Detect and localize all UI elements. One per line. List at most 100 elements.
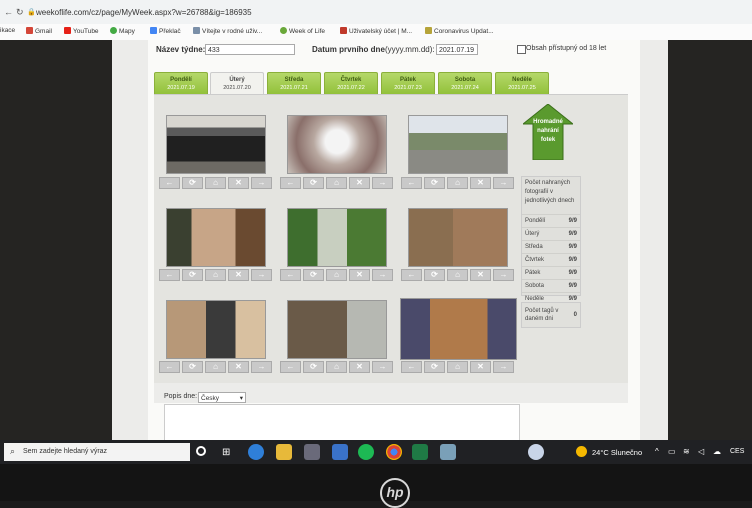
bookmark-translate[interactable]: Překlač (150, 27, 181, 35)
delete-icon[interactable]: ✕ (228, 361, 249, 373)
delete-icon[interactable]: ✕ (228, 177, 249, 189)
move-right-icon[interactable]: → (372, 269, 393, 281)
move-left-icon[interactable]: ← (280, 177, 301, 189)
store-icon[interactable] (304, 444, 320, 460)
tab-patek[interactable]: Pátek 2021.07.23 (381, 72, 435, 94)
week-name-input[interactable]: 433 (205, 44, 295, 55)
bookmark-mapy[interactable]: Mapy (110, 27, 135, 35)
photo-sign[interactable] (287, 300, 387, 359)
move-left-icon[interactable]: ← (401, 269, 422, 281)
tab-nedele[interactable]: Neděle 2021.07.25 (495, 72, 549, 94)
photo-man-cafe[interactable] (166, 300, 266, 359)
upload-icon[interactable]: ⌂ (205, 361, 226, 373)
spotify-icon[interactable] (358, 444, 374, 460)
upload-icon[interactable]: ⌂ (205, 177, 226, 189)
photo-forest-path[interactable] (287, 208, 387, 267)
description-textarea[interactable] (164, 404, 520, 442)
photo-clock-table[interactable] (287, 115, 387, 174)
adult-checkbox[interactable] (517, 45, 526, 54)
rotate-icon[interactable]: ⟳ (182, 269, 203, 281)
language-select[interactable]: Česky ▾ (198, 392, 246, 403)
chevron-up-icon[interactable]: ^ (655, 447, 659, 456)
file-explorer-icon[interactable] (276, 444, 292, 460)
tab-streda[interactable]: Středa 2021.07.21 (267, 72, 321, 94)
wifi-icon[interactable]: ≋ (683, 447, 690, 456)
tab-sobota[interactable]: Sobota 2021.07.24 (438, 72, 492, 94)
delete-icon[interactable]: ✕ (470, 269, 491, 281)
back-arrow-icon[interactable]: ← (4, 7, 13, 17)
rotate-icon[interactable]: ⟳ (303, 269, 324, 281)
reload-icon[interactable]: ↻ (16, 7, 24, 18)
delete-icon[interactable]: ✕ (349, 177, 370, 189)
network-icon[interactable] (528, 444, 544, 460)
move-right-icon[interactable]: → (372, 177, 393, 189)
move-right-icon[interactable]: → (251, 361, 272, 373)
bulk-upload-button[interactable]: Hromadné nahrání fotek (523, 104, 573, 160)
move-left-icon[interactable]: ← (401, 177, 422, 189)
photo-man-smiling[interactable] (400, 298, 517, 360)
bookmark-account[interactable]: Uživatelský účet | M... (340, 27, 412, 35)
upload-icon[interactable]: ⌂ (447, 269, 468, 281)
language-indicator[interactable]: CES (730, 448, 744, 455)
task-view-icon[interactable] (196, 446, 206, 456)
weather-text[interactable]: 24°C Slunečno (592, 448, 642, 457)
widgets-icon[interactable]: ⊞ (222, 447, 230, 458)
delete-icon[interactable]: ✕ (349, 361, 370, 373)
photo-keyboard[interactable] (166, 115, 266, 174)
upload-icon[interactable]: ⌂ (326, 177, 347, 189)
upload-icon[interactable]: ⌂ (447, 177, 468, 189)
rotate-icon[interactable]: ⟳ (182, 361, 203, 373)
bookmark-youtube[interactable]: YouTube (64, 27, 99, 35)
move-left-icon[interactable]: ← (159, 269, 180, 281)
upload-icon[interactable]: ⌂ (447, 361, 468, 373)
rotate-icon[interactable]: ⟳ (182, 177, 203, 189)
delete-icon[interactable]: ✕ (470, 177, 491, 189)
volume-icon[interactable]: ◁ (698, 447, 704, 456)
bookmark-weekoflife[interactable]: Week of Life (280, 27, 325, 35)
excel-icon[interactable] (412, 444, 428, 460)
move-right-icon[interactable]: → (251, 177, 272, 189)
bookmark-gmail[interactable]: Gmail (26, 27, 52, 35)
first-day-input[interactable]: 2021.07.19 (436, 44, 478, 55)
move-left-icon[interactable]: ← (401, 361, 422, 373)
edge-icon[interactable] (248, 444, 264, 460)
tab-ctvrtek[interactable]: Čtvrtek 2021.07.22 (324, 72, 378, 94)
taskbar-search[interactable]: ⌕ Sem zadejte hledaný výraz (4, 443, 190, 461)
battery-icon[interactable]: ▭ (668, 447, 676, 456)
rotate-icon[interactable]: ⟳ (424, 177, 445, 189)
count-day: Pátek (525, 270, 541, 276)
move-right-icon[interactable]: → (372, 361, 393, 373)
first-day-label: Datum prvního dne (312, 45, 385, 54)
upload-icon[interactable]: ⌂ (205, 269, 226, 281)
delete-icon[interactable]: ✕ (228, 269, 249, 281)
bookmark-item[interactable]: ikace (0, 27, 15, 34)
move-right-icon[interactable]: → (251, 269, 272, 281)
upload-icon[interactable]: ⌂ (326, 269, 347, 281)
mail-icon[interactable] (332, 444, 348, 460)
url-text[interactable]: weekoflife.com/cz/page/MyWeek.aspx?w=267… (36, 8, 252, 17)
rotate-icon[interactable]: ⟳ (424, 269, 445, 281)
tab-utery[interactable]: Úterý 2021.07.20 (210, 72, 264, 94)
delete-icon[interactable]: ✕ (349, 269, 370, 281)
bookmark-welcome[interactable]: Vítejte v rodné uživ... (193, 27, 262, 35)
delete-icon[interactable]: ✕ (470, 361, 491, 373)
photo-two-men[interactable] (408, 208, 508, 267)
move-left-icon[interactable]: ← (159, 177, 180, 189)
tab-pondeli[interactable]: Pondělí 2021.07.19 (154, 72, 208, 94)
chrome-icon[interactable] (386, 444, 402, 460)
cloud-icon[interactable]: ☁ (713, 447, 721, 456)
move-left-icon[interactable]: ← (159, 361, 180, 373)
rotate-icon[interactable]: ⟳ (303, 177, 324, 189)
move-right-icon[interactable]: → (493, 361, 514, 373)
photos-icon[interactable] (440, 444, 456, 460)
move-right-icon[interactable]: → (493, 269, 514, 281)
upload-icon[interactable]: ⌂ (326, 361, 347, 373)
move-left-icon[interactable]: ← (280, 269, 301, 281)
photo-man-portrait[interactable] (166, 208, 266, 267)
rotate-icon[interactable]: ⟳ (303, 361, 324, 373)
photo-street-horses[interactable] (408, 115, 508, 174)
rotate-icon[interactable]: ⟳ (424, 361, 445, 373)
bookmark-coronavirus[interactable]: Coronavirus Updat... (425, 27, 494, 35)
move-left-icon[interactable]: ← (280, 361, 301, 373)
move-right-icon[interactable]: → (493, 177, 514, 189)
